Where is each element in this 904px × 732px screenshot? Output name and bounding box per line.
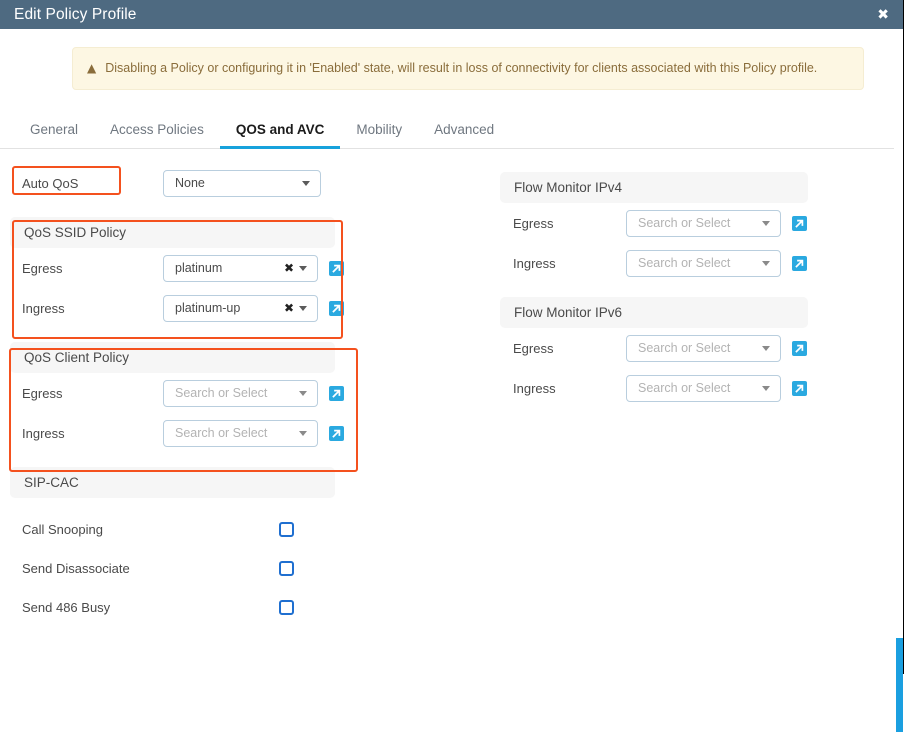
chevron-down-icon: [299, 390, 307, 396]
chevron-down-icon: [762, 260, 770, 266]
fm-ipv4-egress-label: Egress: [513, 215, 554, 231]
external-link-icon[interactable]: [792, 340, 807, 356]
fm-ipv6-ingress-value: Search or Select: [638, 381, 731, 395]
auto-qos-value: None: [175, 176, 205, 190]
tab-bar: General Access Policies QOS and AVC Mobi…: [0, 116, 904, 149]
qos-client-egress-select[interactable]: Search or Select: [163, 379, 318, 407]
chevron-down-icon: [762, 345, 770, 351]
qos-ssid-ingress-row: Ingress platinum-up ✖: [10, 288, 500, 328]
flow-monitor-ipv4-header: Flow Monitor IPv4: [500, 172, 808, 203]
fm-ipv4-ingress-select[interactable]: Search or Select: [626, 249, 781, 277]
chevron-down-icon: [762, 385, 770, 391]
vertical-scrollbar-thumb[interactable]: [896, 638, 903, 732]
clear-x-icon[interactable]: ✖: [282, 301, 299, 315]
sip-cac-header: SIP-CAC: [10, 467, 335, 498]
clear-x-icon[interactable]: ✖: [282, 261, 299, 275]
qos-client-ingress-value: Search or Select: [175, 426, 268, 440]
warning-triangle-icon: ▲: [87, 61, 97, 75]
flow-monitor-ipv6-title: Flow Monitor IPv6: [514, 305, 623, 320]
send-disassociate-checkbox[interactable]: [279, 561, 294, 576]
call-snooping-label: Call Snooping: [22, 522, 103, 537]
auto-qos-label: Auto QoS: [22, 175, 79, 191]
qos-client-egress-label: Egress: [22, 385, 63, 401]
tab-general[interactable]: General: [14, 116, 94, 149]
dialog-title-bar: Edit Policy Profile ✖: [0, 0, 904, 29]
call-snooping-checkbox[interactable]: [279, 522, 294, 537]
warning-text: Disabling a Policy or configuring it in …: [105, 61, 818, 75]
qos-client-ingress-row: Ingress Search or Select: [10, 413, 500, 453]
tab-access-policies[interactable]: Access Policies: [94, 116, 220, 149]
chevron-down-icon: [299, 430, 307, 436]
settings-columns: Auto QoS None QoS SSID Policy Egress pla…: [0, 149, 904, 627]
fm-ipv6-ingress-label: Ingress: [513, 380, 556, 396]
qos-ssid-policy-title: QoS SSID Policy: [24, 225, 127, 240]
qos-ssid-egress-select[interactable]: platinum ✖: [163, 254, 318, 282]
flow-monitor-ipv4-title: Flow Monitor IPv4: [514, 180, 623, 195]
fm-ipv4-ingress-row: Ingress Search or Select: [500, 243, 904, 283]
qos-client-ingress-select[interactable]: Search or Select: [163, 419, 318, 447]
chevron-down-icon: [302, 180, 310, 186]
qos-client-ingress-label: Ingress: [22, 425, 65, 441]
fm-ipv4-ingress-value: Search or Select: [638, 256, 731, 270]
qos-ssid-ingress-value: platinum-up: [175, 301, 241, 315]
close-icon[interactable]: ✖: [874, 6, 892, 24]
fm-ipv6-egress-select[interactable]: Search or Select: [626, 334, 781, 362]
chevron-down-icon: [299, 265, 307, 271]
send-disassociate-row: Send Disassociate: [10, 549, 500, 588]
qos-client-egress-row: Egress Search or Select: [10, 373, 500, 413]
fm-ipv4-egress-row: Egress Search or Select: [500, 203, 904, 243]
external-link-icon[interactable]: [329, 385, 344, 401]
flow-monitor-ipv6-header: Flow Monitor IPv6: [500, 297, 808, 328]
warning-banner: ▲ Disabling a Policy or configuring it i…: [72, 47, 864, 90]
fm-ipv4-egress-select[interactable]: Search or Select: [626, 209, 781, 237]
fm-ipv6-ingress-row: Ingress Search or Select: [500, 368, 904, 408]
tab-advanced[interactable]: Advanced: [418, 116, 510, 149]
fm-ipv4-egress-value: Search or Select: [638, 216, 731, 230]
auto-qos-select[interactable]: None: [163, 169, 321, 197]
fm-ipv6-egress-row: Egress Search or Select: [500, 328, 904, 368]
external-link-icon[interactable]: [792, 215, 807, 231]
page-title: Edit Policy Profile: [14, 5, 137, 23]
external-link-icon[interactable]: [792, 255, 807, 271]
qos-client-policy-title: QoS Client Policy: [24, 350, 130, 365]
tab-mobility[interactable]: Mobility: [340, 116, 418, 149]
fm-ipv6-egress-label: Egress: [513, 340, 554, 356]
fm-ipv6-egress-value: Search or Select: [638, 341, 731, 355]
external-link-icon[interactable]: [329, 425, 344, 441]
qos-ssid-egress-row: Egress platinum ✖: [10, 248, 500, 288]
left-column: Auto QoS None QoS SSID Policy Egress pla…: [0, 163, 500, 627]
qos-ssid-egress-label: Egress: [22, 260, 63, 276]
qos-ssid-policy-header: QoS SSID Policy: [10, 217, 335, 248]
send-486-busy-checkbox[interactable]: [279, 600, 294, 615]
fm-ipv4-ingress-label: Ingress: [513, 255, 556, 271]
right-column: Flow Monitor IPv4 Egress Search or Selec…: [500, 163, 904, 627]
sip-cac-title: SIP-CAC: [24, 475, 79, 490]
auto-qos-row: Auto QoS None: [10, 163, 500, 203]
send-486-busy-label: Send 486 Busy: [22, 600, 111, 615]
send-disassociate-label: Send Disassociate: [22, 561, 130, 576]
qos-ssid-egress-value: platinum: [175, 261, 223, 275]
tab-qos-and-avc[interactable]: QOS and AVC: [219, 116, 341, 149]
qos-client-egress-value: Search or Select: [175, 386, 268, 400]
fm-ipv6-ingress-select[interactable]: Search or Select: [626, 374, 781, 402]
chevron-down-icon: [299, 305, 307, 311]
external-link-icon[interactable]: [329, 300, 344, 316]
warning-banner-wrapper: ▲ Disabling a Policy or configuring it i…: [0, 29, 904, 90]
call-snooping-row: Call Snooping: [10, 510, 500, 549]
send-486-busy-row: Send 486 Busy: [10, 588, 500, 627]
dialog-body: ▲ Disabling a Policy or configuring it i…: [0, 29, 904, 732]
external-link-icon[interactable]: [329, 260, 344, 276]
external-link-icon[interactable]: [792, 380, 807, 396]
qos-ssid-ingress-select[interactable]: platinum-up ✖: [163, 294, 318, 322]
qos-ssid-ingress-label: Ingress: [22, 300, 65, 316]
qos-client-policy-header: QoS Client Policy: [10, 342, 335, 373]
chevron-down-icon: [762, 220, 770, 226]
